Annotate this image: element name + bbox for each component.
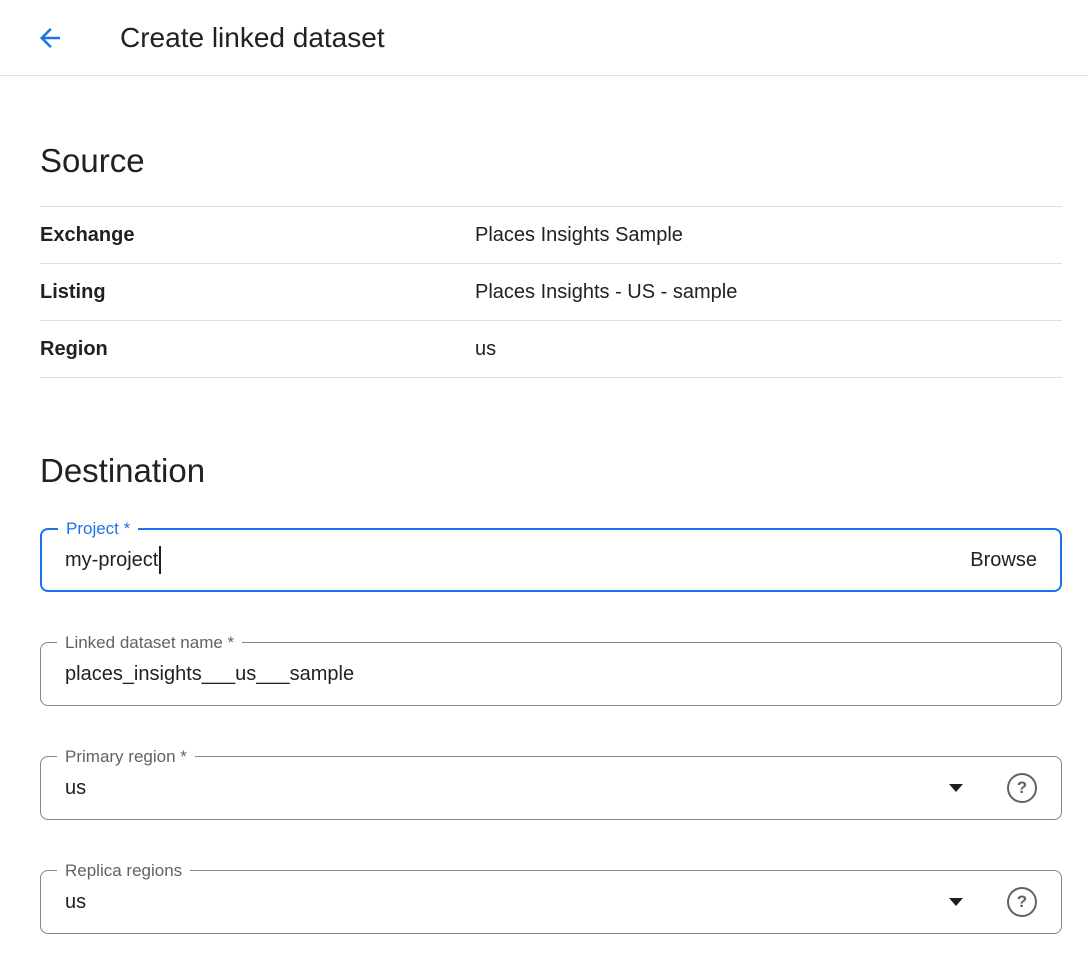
table-row: Region us xyxy=(40,321,1062,378)
destination-heading: Destination xyxy=(40,452,1062,490)
browse-button[interactable]: Browse xyxy=(970,549,1037,572)
dropdown-caret-icon xyxy=(949,784,963,792)
source-table: Exchange Places Insights Sample Listing … xyxy=(40,206,1062,378)
linked-dataset-name-field[interactable]: Linked dataset name * places_insights___… xyxy=(40,642,1062,706)
table-row: Exchange Places Insights Sample xyxy=(40,207,1062,264)
back-button[interactable] xyxy=(30,18,70,58)
help-icon: ? xyxy=(1017,778,1027,798)
project-field-label: Project * xyxy=(58,519,138,539)
source-heading: Source xyxy=(40,142,1062,180)
text-cursor xyxy=(159,546,161,574)
primary-region-select[interactable]: Primary region * us ? xyxy=(40,756,1062,820)
primary-region-label: Primary region * xyxy=(57,747,195,767)
row-label-region: Region xyxy=(40,338,475,361)
project-field-value: my-project xyxy=(65,549,158,572)
replica-regions-value: us xyxy=(65,891,86,914)
destination-form: Project * my-project Browse Linked datas… xyxy=(40,528,1062,934)
row-label-exchange: Exchange xyxy=(40,224,475,247)
row-value-exchange: Places Insights Sample xyxy=(475,224,683,247)
primary-region-help-button[interactable]: ? xyxy=(1007,773,1037,803)
primary-region-value: us xyxy=(65,777,86,800)
page-content: Source Exchange Places Insights Sample L… xyxy=(0,142,1088,970)
row-value-listing: Places Insights - US - sample xyxy=(475,281,737,304)
linked-dataset-name-label: Linked dataset name * xyxy=(57,633,242,653)
replica-regions-select[interactable]: Replica regions us ? xyxy=(40,870,1062,934)
create-linked-dataset-page: Create linked dataset Source Exchange Pl… xyxy=(0,0,1088,970)
page-header: Create linked dataset xyxy=(0,0,1088,76)
replica-regions-label: Replica regions xyxy=(57,861,190,881)
table-row: Listing Places Insights - US - sample xyxy=(40,264,1062,321)
replica-regions-help-button[interactable]: ? xyxy=(1007,887,1037,917)
arrow-back-icon xyxy=(35,23,65,53)
dropdown-caret-icon xyxy=(949,898,963,906)
page-title: Create linked dataset xyxy=(120,22,385,54)
row-label-listing: Listing xyxy=(40,281,475,304)
help-icon: ? xyxy=(1017,892,1027,912)
project-field[interactable]: Project * my-project Browse xyxy=(40,528,1062,592)
row-value-region: us xyxy=(475,338,496,361)
linked-dataset-name-value: places_insights___us___sample xyxy=(65,663,354,686)
